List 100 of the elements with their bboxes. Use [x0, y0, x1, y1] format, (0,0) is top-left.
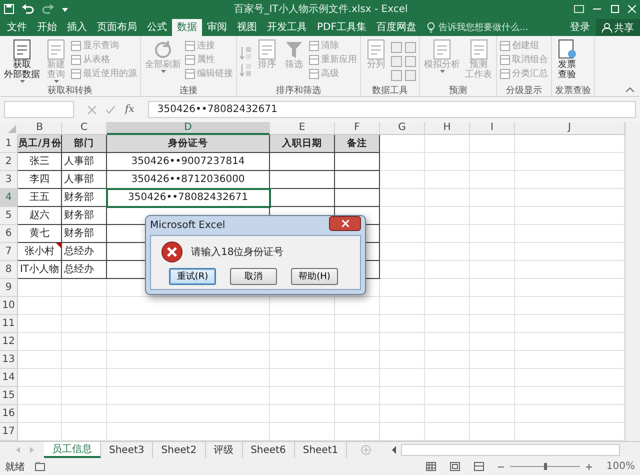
table-cell — [380, 387, 425, 405]
table-cell — [425, 387, 470, 405]
close-icon[interactable] — [628, 5, 636, 13]
page-break-icon[interactable] — [474, 462, 484, 471]
column-header[interactable]: G — [380, 122, 425, 135]
macro-record-icon[interactable] — [35, 462, 45, 471]
ribbon-tab[interactable]: 审阅 — [202, 19, 232, 36]
ribbon-display-icon[interactable] — [574, 5, 584, 13]
sheet-icon — [309, 54, 319, 64]
ribbon-button[interactable]: 发票 查验 — [555, 38, 579, 84]
ribbon-tab[interactable]: 百度网盘 — [371, 19, 422, 36]
column-header[interactable]: C — [62, 122, 107, 135]
row-header[interactable]: 6 — [0, 225, 18, 243]
row-header[interactable]: 10 — [0, 297, 18, 315]
dialog-button[interactable]: 取消 — [230, 268, 277, 285]
caret-icon — [440, 70, 444, 73]
normal-view-icon[interactable] — [426, 462, 436, 471]
column-header[interactable]: B — [18, 122, 62, 135]
ribbon-tab[interactable]: 开发工具 — [262, 19, 312, 36]
column-header[interactable]: I — [470, 122, 515, 135]
horizontal-scrollbar[interactable] — [401, 444, 620, 456]
table-cell — [425, 171, 470, 189]
save-icon[interactable] — [4, 4, 14, 14]
sheet-icon — [71, 40, 81, 50]
enter-icon[interactable] — [106, 106, 115, 114]
formula-field[interactable]: 350426••78082432671 — [148, 101, 636, 118]
row-header[interactable]: 14 — [0, 369, 18, 387]
tell-me-field[interactable]: 告诉我您想要做什么... — [427, 19, 528, 36]
table-cell — [270, 153, 335, 171]
scroll-left-icon[interactable] — [390, 445, 398, 455]
share-button[interactable]: 共享 — [596, 19, 640, 36]
sign-in-link[interactable]: 登录 — [564, 19, 596, 36]
column-header[interactable]: D — [107, 122, 270, 135]
row-header[interactable]: 12 — [0, 333, 18, 351]
ribbon-tab[interactable]: 文件 — [2, 19, 32, 36]
close-button[interactable] — [329, 216, 361, 230]
ribbon-tab[interactable]: 公式 — [142, 19, 172, 36]
row-header[interactable]: 4 — [0, 189, 18, 207]
zoom-slider-thumb[interactable] — [544, 463, 548, 470]
table-cell — [425, 351, 470, 369]
zoom-level[interactable]: 100% — [606, 461, 635, 472]
column-header[interactable]: J — [515, 122, 625, 135]
row-header[interactable]: 15 — [0, 387, 18, 405]
ribbon-tab[interactable]: 数据 — [172, 19, 202, 36]
row-header[interactable]: 7 — [0, 243, 18, 261]
row-header[interactable]: 3 — [0, 171, 18, 189]
cancel-icon[interactable] — [88, 106, 96, 114]
ribbon-tab[interactable]: PDF工具集 — [312, 19, 372, 36]
table-cell — [380, 405, 425, 423]
sheet-tab[interactable]: 员工信息 — [44, 442, 101, 458]
table-cell: 财务部 — [62, 207, 107, 225]
table-cell — [62, 333, 107, 351]
row-header[interactable]: 9 — [0, 279, 18, 297]
table-cell — [470, 333, 515, 351]
row-header[interactable]: 17 — [0, 423, 18, 441]
row-header[interactable]: 8 — [0, 261, 18, 279]
new-sheet-icon[interactable] — [361, 445, 372, 455]
collapse-ribbon-icon[interactable] — [626, 87, 634, 92]
error-icon — [161, 241, 183, 263]
row-header[interactable]: 2 — [0, 153, 18, 171]
vertical-scrollbar[interactable] — [625, 122, 640, 441]
customize-icon[interactable] — [62, 6, 68, 12]
row-header[interactable]: 13 — [0, 351, 18, 369]
redo-icon[interactable] — [42, 4, 54, 14]
scroll-right-icon[interactable] — [30, 447, 34, 453]
row-header[interactable]: 16 — [0, 405, 18, 423]
table-cell — [18, 405, 62, 423]
table-cell — [380, 153, 425, 171]
table-cell: 备注 — [335, 135, 380, 153]
ribbon-tab[interactable]: 开始 — [32, 19, 62, 36]
ribbon-tab[interactable]: 插入 — [62, 19, 92, 36]
table-cell — [470, 153, 515, 171]
table-cell — [18, 297, 62, 315]
column-header[interactable]: E — [270, 122, 335, 135]
ribbon-tab[interactable]: 页面布局 — [92, 19, 142, 36]
table-cell — [335, 189, 380, 207]
zoom-in-icon[interactable] — [586, 464, 592, 470]
table-cell — [470, 387, 515, 405]
row-header[interactable]: 11 — [0, 315, 18, 333]
window-title: 百家号_IT小人物示例文件.xlsx - Excel — [233, 2, 409, 16]
maximize-icon[interactable] — [610, 5, 620, 13]
row-header[interactable]: 1 — [0, 135, 18, 153]
row-header[interactable]: 5 — [0, 207, 18, 225]
select-all-icon[interactable] — [0, 122, 18, 135]
name-box[interactable] — [4, 101, 74, 118]
table-cell — [335, 153, 380, 171]
insert-function-button[interactable]: fx — [125, 104, 134, 115]
dialog-button[interactable]: 帮助(H) — [291, 268, 338, 285]
column-header[interactable]: F — [335, 122, 380, 135]
table-cell — [380, 351, 425, 369]
table-cell: 张小村 — [18, 243, 62, 261]
undo-icon[interactable] — [22, 4, 34, 14]
dialog-button[interactable]: 重试(R) — [169, 268, 216, 285]
caret-icon — [54, 80, 58, 83]
column-header[interactable]: H — [425, 122, 470, 135]
group-label: 数据工具 — [371, 84, 409, 96]
table-cell — [425, 207, 470, 225]
page-layout-icon[interactable] — [450, 462, 460, 471]
ribbon-tab[interactable]: 视图 — [232, 19, 262, 36]
ribbon-button[interactable]: 获取 外部数据 — [3, 38, 41, 84]
